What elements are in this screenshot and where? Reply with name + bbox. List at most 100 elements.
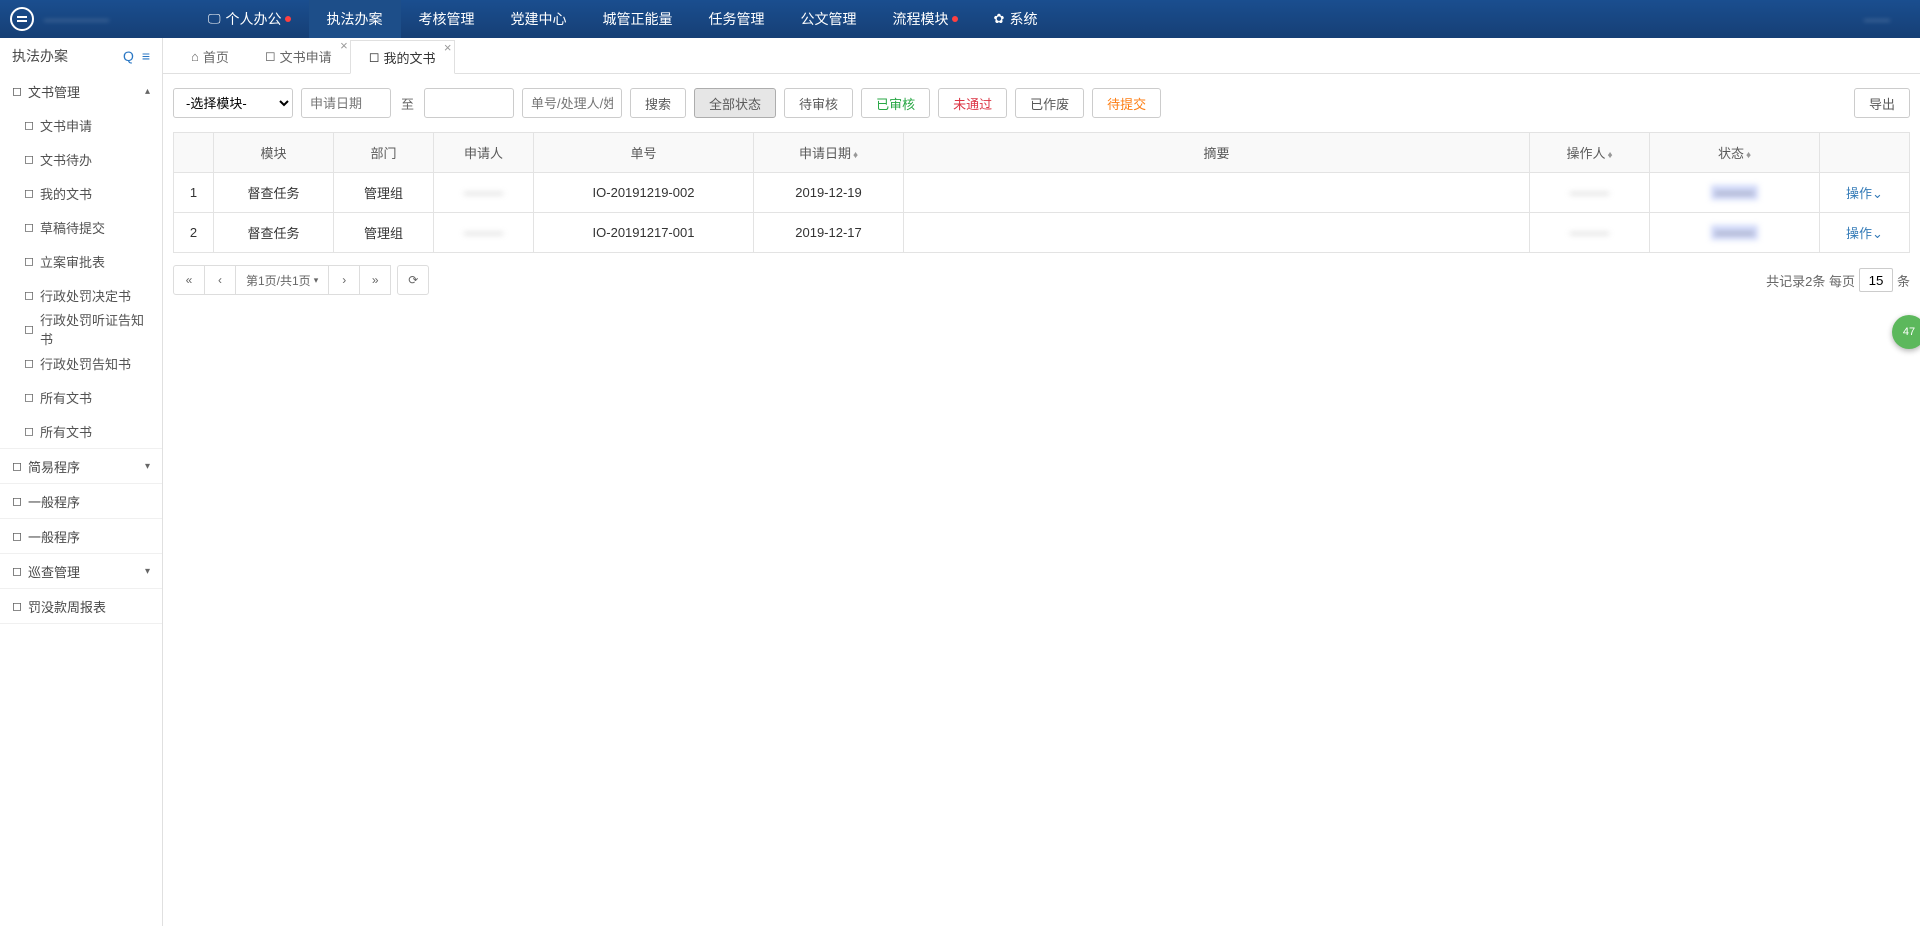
sidebar-group-header-general1[interactable]: ◻ 一般程序 <box>0 484 162 518</box>
data-table: 模块 部门 申请人 单号 申请日期♦ 摘要 操作人♦ 状态♦ 1 督查任务 <box>173 132 1910 253</box>
sidebar-item-doc-pending[interactable]: ◻文书待办 <box>0 142 162 176</box>
nav-label: 党建中心 <box>511 9 567 29</box>
page-prev-button[interactable]: ‹ <box>204 265 236 295</box>
bookmark-icon: ◻ <box>12 84 22 98</box>
menu-icon[interactable]: ≡ <box>142 48 150 64</box>
th-status[interactable]: 状态♦ <box>1650 133 1820 173</box>
sort-icon: ♦ <box>1746 150 1751 161</box>
nav-personal-office[interactable]: 🖵 个人办公 <box>190 0 309 38</box>
th-docno: 单号 <box>534 133 754 173</box>
bookmark-icon: ◻ <box>12 564 22 578</box>
nav-assessment[interactable]: 考核管理 <box>401 0 493 38</box>
to-label: 至 <box>399 94 416 113</box>
sidebar-item-hearing-notice[interactable]: ◻ 行政处罚听证告知书 <box>0 312 162 346</box>
nav-party[interactable]: 党建中心 <box>493 0 585 38</box>
search-button[interactable]: 搜索 <box>630 88 686 118</box>
status-approved-button[interactable]: 已审核 <box>861 88 930 118</box>
cell-action: 操作⌄ <box>1820 213 1910 253</box>
cell-status: ——— <box>1650 213 1820 253</box>
tab-doc-apply[interactable]: ◻ 文书申请 × <box>247 39 350 73</box>
date-to-input[interactable] <box>424 88 514 118</box>
cell-date: 2019-12-19 <box>754 173 904 213</box>
tab-my-docs[interactable]: ◻ 我的文书 × <box>350 40 455 74</box>
close-icon[interactable]: × <box>340 38 348 53</box>
nav-label: 公文管理 <box>801 9 857 29</box>
tab-label: 首页 <box>203 47 229 66</box>
sidebar-group-header-general2[interactable]: ◻ 一般程序 <box>0 519 162 553</box>
sidebar-item-doc-apply[interactable]: ◻文书申请 <box>0 108 162 142</box>
export-button[interactable]: 导出 <box>1854 88 1910 118</box>
float-badge[interactable]: 47 <box>1892 315 1920 349</box>
search-input[interactable] <box>522 88 622 118</box>
nav-urban[interactable]: 城管正能量 <box>585 0 691 38</box>
module-select[interactable]: -选择模块- <box>173 88 293 118</box>
sidebar-item-all-docs-1[interactable]: ◻所有文书 <box>0 380 162 414</box>
sidebar-group-header-doc-mgmt[interactable]: ◻ 文书管理 ▴ <box>0 74 162 108</box>
status-all-button[interactable]: 全部状态 <box>694 88 776 118</box>
status-tosubmit-button[interactable]: 待提交 <box>1092 88 1161 118</box>
bookmark-icon: ◻ <box>369 49 380 65</box>
page-last-button[interactable]: » <box>359 265 391 295</box>
cell-module: 督查任务 <box>214 173 334 213</box>
action-dropdown[interactable]: 操作⌄ <box>1846 226 1883 241</box>
item-label: 行政处罚听证告知书 <box>40 310 150 348</box>
sidebar-item-penalty-notice[interactable]: ◻行政处罚告知书 <box>0 346 162 380</box>
unit-label: 条 <box>1897 271 1910 290</box>
nav-system[interactable]: ✿ 系统 <box>976 0 1056 38</box>
nav-documents[interactable]: 公文管理 <box>783 0 875 38</box>
bookmark-icon: ◻ <box>24 424 34 438</box>
logo-icon <box>10 7 34 31</box>
page-info: 共记录2条 每页 条 <box>1766 268 1910 292</box>
th-action <box>1820 133 1910 173</box>
bookmark-icon: ◻ <box>24 220 34 234</box>
sidebar-group-header-fine[interactable]: ◻ 罚没款周报表 <box>0 589 162 623</box>
status-pending-button[interactable]: 待审核 <box>784 88 853 118</box>
cell-dept: 管理组 <box>334 213 434 253</box>
bookmark-icon: ◻ <box>24 390 34 404</box>
close-icon[interactable]: × <box>444 40 452 55</box>
page-refresh-button[interactable]: ⟳ <box>397 265 429 295</box>
sidebar-item-case-approval[interactable]: ◻立案审批表 <box>0 244 162 278</box>
item-label: 我的文书 <box>40 184 92 203</box>
table-header-row: 模块 部门 申请人 单号 申请日期♦ 摘要 操作人♦ 状态♦ <box>174 133 1910 173</box>
sidebar-item-penalty-decision[interactable]: ◻行政处罚决定书 <box>0 278 162 312</box>
sidebar-item-all-docs-2[interactable]: ◻所有文书 <box>0 414 162 448</box>
chevron-down-icon: ⌄ <box>1872 226 1883 241</box>
pagination-bar: « ‹ 第1页/共1页 ▾ › » ⟳ 共记录2条 每页 条 <box>173 265 1910 295</box>
nav-law-enforcement[interactable]: 执法办案 <box>309 0 401 38</box>
bookmark-icon: ◻ <box>12 459 22 473</box>
sidebar-header: 执法办案 Q ≡ <box>0 38 162 74</box>
th-date[interactable]: 申请日期♦ <box>754 133 904 173</box>
tab-bar: ⌂ 首页 ◻ 文书申请 × ◻ 我的文书 × <box>163 38 1920 74</box>
sidebar-group-doc-mgmt: ◻ 文书管理 ▴ ◻文书申请 ◻文书待办 ◻我的文书 ◻草稿待提交 ◻立案审批表… <box>0 74 162 449</box>
nav-user-area[interactable]: —— <box>1844 12 1910 27</box>
sidebar-group-header-simple[interactable]: ◻ 简易程序 ▾ <box>0 449 162 483</box>
page-next-button[interactable]: › <box>328 265 360 295</box>
tab-label: 我的文书 <box>383 48 435 67</box>
bookmark-icon: ◻ <box>24 322 34 336</box>
status-void-button[interactable]: 已作废 <box>1015 88 1084 118</box>
tab-home[interactable]: ⌂ 首页 <box>173 39 247 73</box>
sidebar-item-my-docs[interactable]: ◻我的文书 <box>0 176 162 210</box>
th-operator[interactable]: 操作人♦ <box>1530 133 1650 173</box>
action-dropdown[interactable]: 操作⌄ <box>1846 186 1883 201</box>
sidebar-group-general1: ◻ 一般程序 <box>0 484 162 519</box>
nav-label: 系统 <box>1009 9 1037 29</box>
page-size-input[interactable] <box>1859 268 1893 292</box>
sidebar-item-draft[interactable]: ◻草稿待提交 <box>0 210 162 244</box>
group-label: 罚没款周报表 <box>28 597 106 616</box>
bookmark-icon: ◻ <box>12 494 22 508</box>
chevron-up-icon: ▴ <box>145 86 150 97</box>
date-from-input[interactable] <box>301 88 391 118</box>
cell-applicant: ——— <box>434 173 534 213</box>
sidebar-group-header-patrol[interactable]: ◻ 巡查管理 ▾ <box>0 554 162 588</box>
cell-status: ——— <box>1650 173 1820 213</box>
nav-process[interactable]: 流程模块 <box>875 0 976 38</box>
search-icon[interactable]: Q <box>123 48 134 64</box>
nav-tasks[interactable]: 任务管理 <box>691 0 783 38</box>
page-current-button[interactable]: 第1页/共1页 ▾ <box>235 265 329 295</box>
status-rejected-button[interactable]: 未通过 <box>938 88 1007 118</box>
page-first-button[interactable]: « <box>173 265 205 295</box>
item-label: 立案审批表 <box>40 252 105 271</box>
nav-menu: 🖵 个人办公 执法办案 考核管理 党建中心 城管正能量 任务管理 公文管理 流程… <box>190 0 1055 38</box>
